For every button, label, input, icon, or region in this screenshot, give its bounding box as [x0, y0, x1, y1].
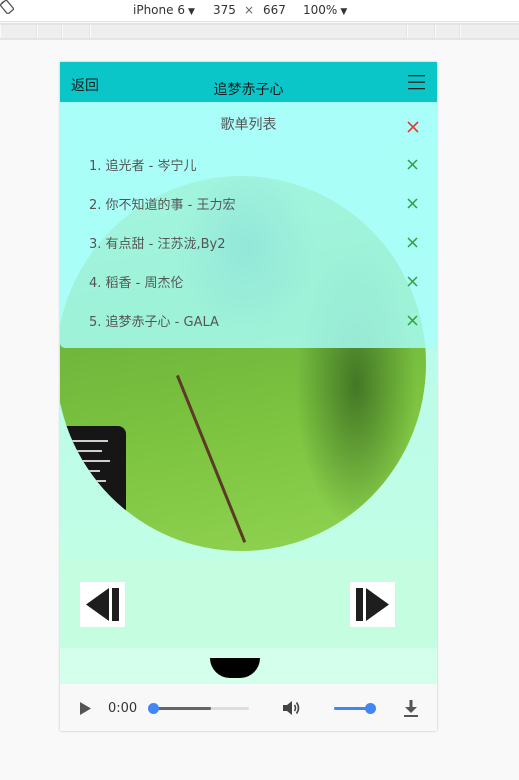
zoom-select[interactable]: 100% ▼ [303, 3, 347, 17]
playlist-panel: 歌单列表 1. 追光者 - 岑宁儿 2. 你不知道的事 - 王力宏 3. 有点甜… [60, 102, 437, 348]
sign-text-line [72, 450, 102, 452]
delete-icon[interactable] [407, 276, 418, 287]
current-time: 0:00 [108, 701, 138, 716]
album-cover-sign [60, 426, 126, 516]
playlist-item[interactable]: 4. 稻香 - 周杰伦 [60, 272, 437, 304]
sign-text-line [72, 470, 100, 472]
zoom-value: 100% [303, 3, 338, 17]
download-icon[interactable] [402, 698, 420, 718]
seek-buffered [153, 707, 211, 710]
player-controls [60, 562, 437, 648]
delete-icon[interactable] [407, 159, 418, 170]
playlist-title: 歌单列表 [220, 117, 277, 133]
page-title: 追梦赤子心 [213, 82, 284, 98]
song-label: 5. 追梦赤子心 - GALA [89, 315, 219, 330]
rotate-icon[interactable] [0, 0, 15, 15]
device-name: iPhone 6 [133, 3, 185, 17]
dropdown-arrow-icon: ▼ [187, 7, 195, 17]
app-header: 返回 追梦赤子心 [60, 62, 437, 102]
ruler-segment[interactable] [460, 25, 519, 38]
delete-icon[interactable] [407, 198, 418, 209]
ruler-segment[interactable] [407, 25, 434, 38]
ruler-segment[interactable] [90, 25, 406, 38]
playlist-item[interactable]: 1. 追光者 - 岑宁儿 [60, 155, 437, 187]
song-label: 4. 稻香 - 周杰伦 [89, 276, 184, 291]
previous-track-icon [86, 588, 119, 621]
previous-track-button[interactable] [80, 582, 125, 627]
playlist-item[interactable]: 2. 你不知道的事 - 王力宏 [60, 194, 437, 226]
audio-player: 0:00 [60, 683, 437, 731]
hamburger-menu-icon[interactable] [408, 74, 425, 90]
seek-bar[interactable] [148, 703, 249, 714]
ruler-segment[interactable] [435, 25, 459, 38]
song-label: 2. 你不知道的事 - 王力宏 [89, 198, 236, 213]
viewport-height-input[interactable]: 667 [263, 3, 286, 17]
dimension-separator: × [244, 3, 255, 17]
viewport-width-input[interactable]: 375 [213, 3, 236, 17]
song-label: 1. 追光者 - 岑宁儿 [89, 159, 197, 174]
playlist-item[interactable]: 5. 追梦赤子心 - GALA [60, 311, 437, 343]
volume-thumb[interactable] [365, 703, 376, 714]
album-cover-detail [176, 374, 247, 543]
sign-text-line [72, 460, 110, 462]
lower-section [60, 648, 437, 683]
song-label: 3. 有点甜 - 汪苏泷,By2 [89, 237, 226, 252]
media-query-ruler [0, 23, 519, 40]
dropdown-arrow-icon: ▼ [340, 7, 348, 17]
ruler-segment[interactable] [62, 25, 89, 38]
ruler-segment[interactable] [0, 25, 36, 38]
play-icon[interactable] [79, 701, 92, 716]
volume-slider[interactable] [334, 703, 376, 714]
devtools-device-toolbar: iPhone 6 ▼ 375 × 667 100% ▼ [0, 0, 519, 22]
seek-thumb[interactable] [148, 703, 159, 714]
sign-text-line [72, 440, 108, 442]
next-track-icon [356, 588, 389, 621]
playlist-item[interactable]: 3. 有点甜 - 汪苏泷,By2 [60, 233, 437, 265]
phone-viewport: 返回 追梦赤子心 歌单列表 1. 追光者 - 岑宁儿 2. 你不知道的事 - 王… [60, 62, 437, 731]
delete-icon[interactable] [407, 237, 418, 248]
volume-icon[interactable] [281, 698, 301, 718]
sign-text-line [72, 480, 106, 482]
device-select[interactable]: iPhone 6 ▼ [133, 3, 195, 17]
playlist-toggle-handle[interactable] [210, 658, 260, 678]
close-icon[interactable] [407, 121, 419, 133]
next-track-button[interactable] [350, 582, 395, 627]
delete-icon[interactable] [407, 315, 418, 326]
ruler-segment[interactable] [37, 25, 61, 38]
